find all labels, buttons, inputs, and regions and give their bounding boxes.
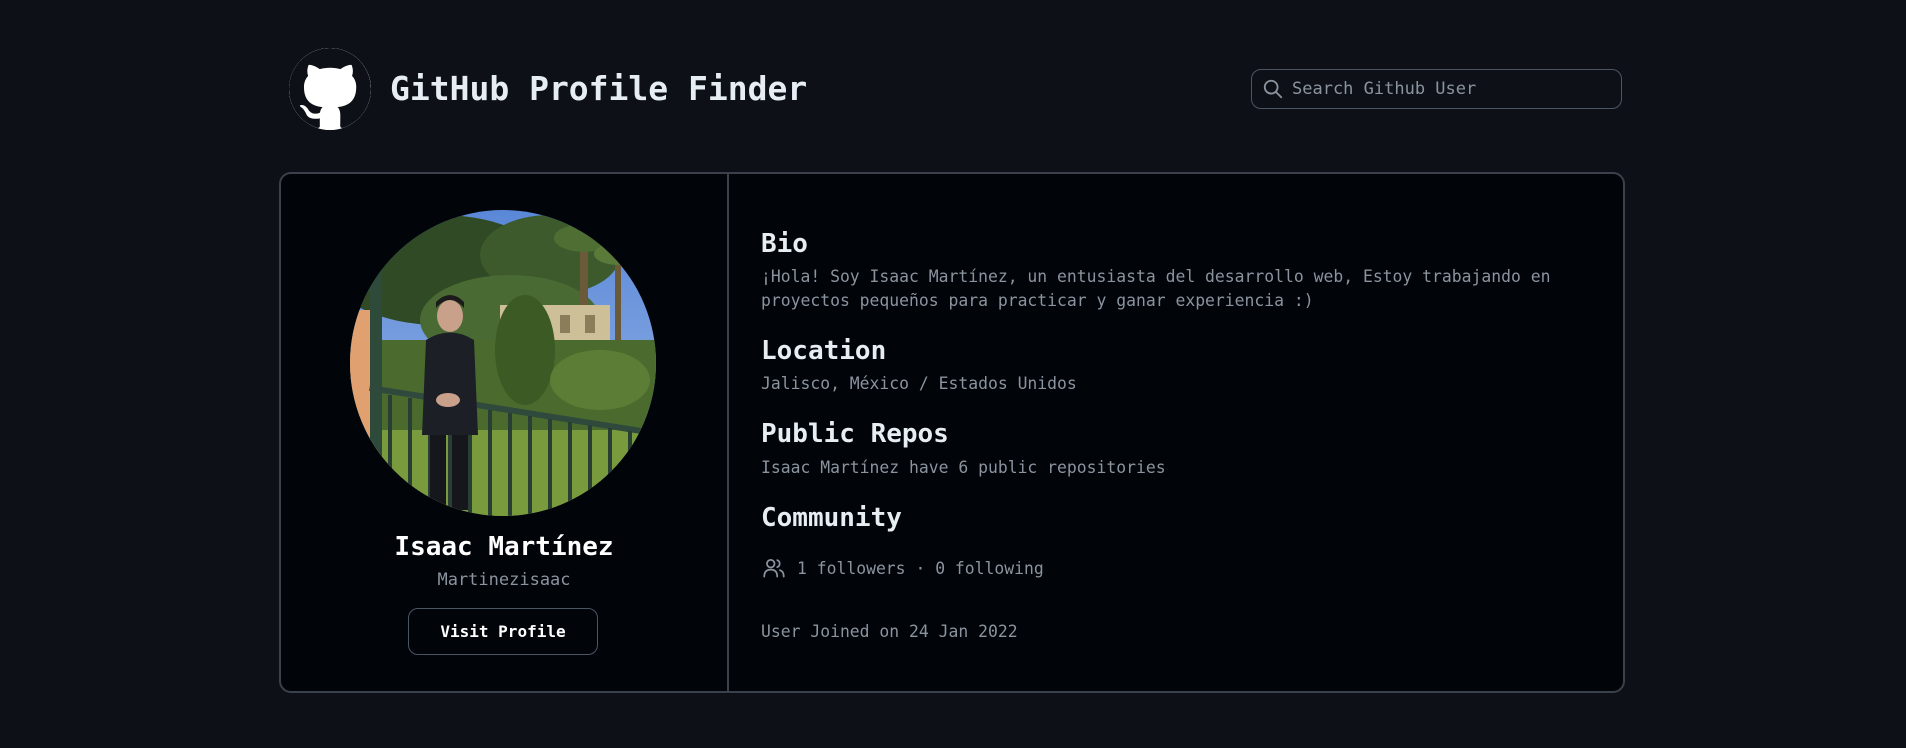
followers-count[interactable]: 1 followers (797, 559, 906, 578)
location-heading: Location (761, 336, 887, 366)
search-box[interactable] (1251, 69, 1622, 109)
page: GitHub Profile Finder Search Github User… (0, 0, 1906, 748)
community-separator: · (915, 558, 926, 578)
community-stats: 1 followers · 0 following (797, 559, 1044, 578)
user-avatar-photo (350, 210, 656, 516)
search-icon (1263, 79, 1283, 99)
visit-profile-button[interactable]: Visit Profile (408, 608, 598, 655)
bio-heading: Bio (761, 229, 808, 259)
app-title: GitHub Profile Finder (390, 69, 808, 108)
user-name: Isaac Martínez (394, 532, 614, 562)
user-login: Martinezisaac (437, 570, 571, 590)
joined-date: User Joined on 24 Jan 2022 (761, 622, 1018, 641)
repos-value: Isaac Martínez have 6 public repositorie… (761, 458, 1166, 477)
profile-card: Isaac Martínez Martinezisaac Visit Profi… (279, 172, 1625, 693)
search-input[interactable] (1292, 71, 1621, 107)
bio-line-2: proyectos pequeños para practicar y gana… (761, 291, 1314, 310)
location-value: Jalisco, México / Estados Unidos (761, 374, 1077, 393)
following-count[interactable]: 0 following (935, 559, 1044, 578)
repos-heading: Public Repos (761, 419, 949, 449)
avatar (350, 210, 656, 516)
card-divider (727, 174, 729, 691)
users-icon (763, 559, 785, 578)
community-row: 1 followers · 0 following (761, 554, 1044, 582)
bio-line-1: ¡Hola! Soy Isaac Martínez, un entusiasta… (761, 267, 1551, 286)
github-logo-icon[interactable] (289, 48, 371, 130)
community-heading: Community (761, 503, 902, 533)
github-octocat-icon (289, 48, 371, 130)
